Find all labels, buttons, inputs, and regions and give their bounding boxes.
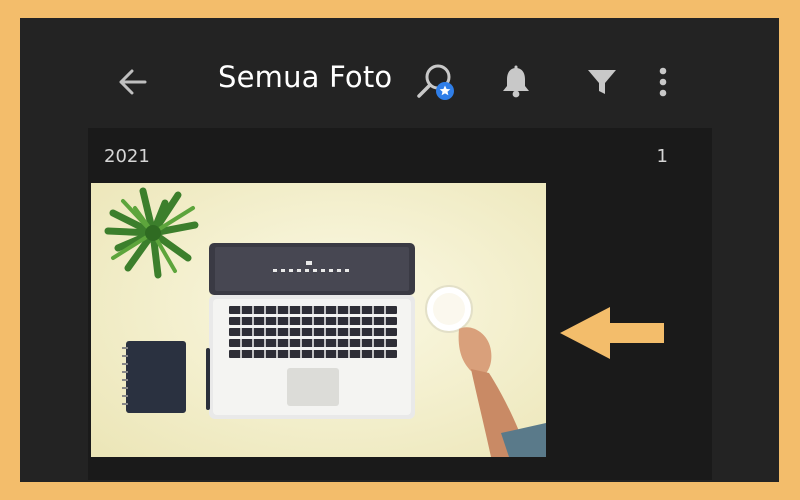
filter-button[interactable] <box>582 62 622 102</box>
search-button[interactable] <box>414 60 460 106</box>
filter-icon <box>588 70 616 94</box>
back-arrow-icon <box>119 69 147 95</box>
app-screen: Semua Foto 2021 1 <box>20 18 779 482</box>
annotation-arrow-icon <box>560 307 664 359</box>
year-header[interactable]: 2021 1 <box>88 128 712 184</box>
photo-count: 1 <box>656 146 668 167</box>
back-button[interactable] <box>112 62 152 102</box>
coffee-cup-graphic <box>425 285 473 333</box>
notifications-button[interactable] <box>496 62 536 102</box>
photo-thumbnail[interactable] <box>91 183 546 457</box>
bell-icon <box>503 65 529 98</box>
smart-search-icon <box>417 64 454 100</box>
photo-image <box>91 183 546 457</box>
more-options-button[interactable] <box>648 62 678 102</box>
page-title: Semua Foto <box>218 60 393 94</box>
more-vertical-icon <box>659 67 667 97</box>
top-app-bar: Semua Foto <box>20 18 779 126</box>
laptop-graphic <box>209 243 415 419</box>
year-label: 2021 <box>104 146 150 167</box>
